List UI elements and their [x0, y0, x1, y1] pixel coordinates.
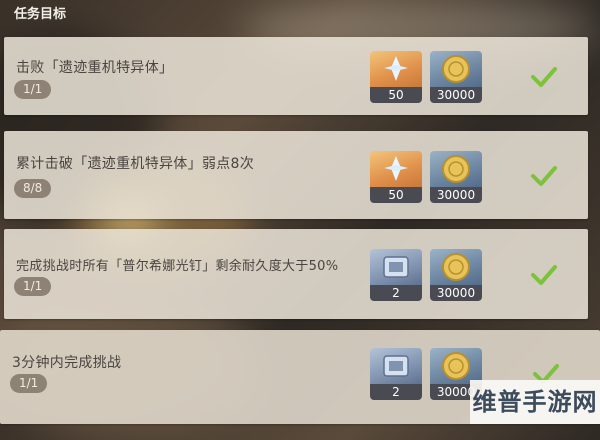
reward-quantity: 30000 — [430, 187, 482, 203]
mora-coin-icon — [430, 348, 482, 384]
quest-title: 累计击破「遗迹重机特异体」弱点8次 — [16, 156, 255, 172]
reward-quantity: 2 — [370, 384, 422, 400]
reward-quantity: 50 — [370, 87, 422, 103]
enhancement-ore-icon — [370, 348, 422, 384]
quest-progress-badge: 1/1 — [14, 80, 52, 99]
reward-mora[interactable]: 30000 — [430, 51, 482, 103]
reward-primogem[interactable]: 50 — [370, 151, 422, 203]
primogem-icon — [370, 51, 422, 87]
quest-progress-badge: 1/1 — [10, 374, 48, 393]
reward-enhancement-ore[interactable]: 2 — [370, 348, 422, 400]
objectives-header: 任务目标 — [14, 7, 67, 22]
reward-primogem[interactable]: 50 — [370, 51, 422, 103]
reward-quantity: 30000 — [430, 87, 482, 103]
quest-row-2: 累计击破「遗迹重机特异体」弱点8次 8/8 50 30000 — [4, 131, 588, 219]
reward-quantity: 2 — [370, 285, 422, 301]
check-icon — [531, 265, 557, 285]
primogem-icon — [370, 151, 422, 187]
quest-title: 3分钟内完成挑战 — [12, 355, 122, 371]
mora-coin-icon — [430, 51, 482, 87]
reward-mora[interactable]: 30000 — [430, 249, 482, 301]
mora-coin-icon — [430, 151, 482, 187]
reward-quantity: 30000 — [430, 285, 482, 301]
quest-progress-badge: 8/8 — [14, 179, 52, 198]
check-icon — [531, 166, 557, 186]
quest-row-1: 击败「遗迹重机特异体」 1/1 50 30000 — [4, 37, 588, 115]
quest-row-3: 完成挑战时所有「普尔希娜光钉」剩余耐久度大于50% 1/1 2 30000 — [4, 229, 588, 319]
mora-coin-icon — [430, 249, 482, 285]
reward-quantity: 50 — [370, 187, 422, 203]
enhancement-ore-icon — [370, 249, 422, 285]
reward-mora[interactable]: 30000 — [430, 151, 482, 203]
check-icon — [531, 67, 557, 87]
quest-progress-badge: 1/1 — [14, 277, 52, 296]
quest-title: 完成挑战时所有「普尔希娜光钉」剩余耐久度大于50% — [16, 259, 339, 274]
reward-enhancement-ore[interactable]: 2 — [370, 249, 422, 301]
quest-title: 击败「遗迹重机特异体」 — [16, 60, 174, 76]
site-watermark: 维普手游网 — [470, 380, 600, 424]
